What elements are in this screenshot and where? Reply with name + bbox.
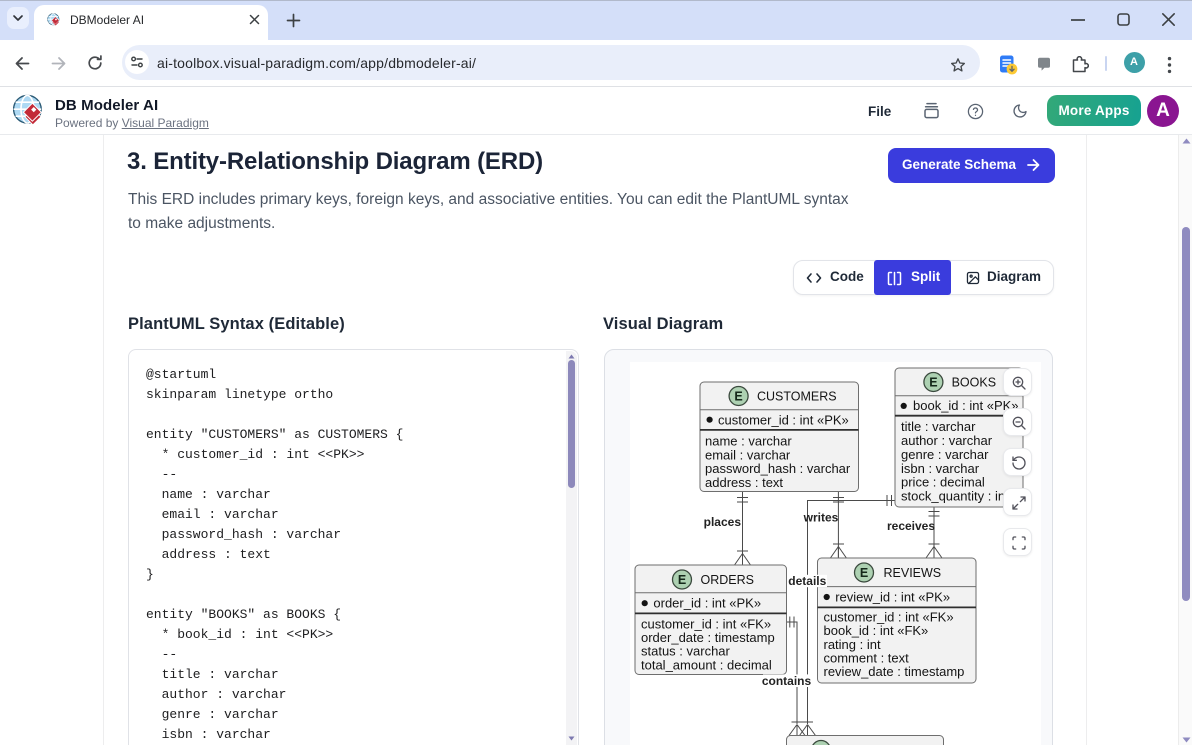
- svg-text:price : decimal: price : decimal: [901, 475, 985, 490]
- svg-text:receives: receives: [887, 519, 935, 533]
- svg-text:review_id : int «PK»: review_id : int «PK»: [835, 590, 950, 605]
- svg-text:places: places: [704, 515, 742, 529]
- svg-text:REVIEWS: REVIEWS: [884, 566, 942, 580]
- svg-text:password_hash : varchar: password_hash : varchar: [705, 461, 851, 476]
- svg-text:address : text: address : text: [705, 475, 783, 490]
- svg-text:E: E: [734, 389, 742, 403]
- svg-text:contains: contains: [762, 674, 812, 688]
- svg-text:E: E: [678, 573, 686, 587]
- svg-text:book_id : int «PK»: book_id : int «PK»: [913, 398, 1019, 413]
- svg-text:email : varchar: email : varchar: [705, 447, 791, 462]
- svg-text:CUSTOMERS: CUSTOMERS: [757, 389, 837, 403]
- svg-text:author : varchar: author : varchar: [901, 433, 993, 448]
- svg-text:review_date : timestamp: review_date : timestamp: [824, 664, 965, 679]
- svg-text:ORDERS: ORDERS: [701, 573, 754, 587]
- svg-text:order_id : int «PK»: order_id : int «PK»: [653, 596, 761, 611]
- svg-text:E: E: [860, 566, 868, 580]
- svg-text:BOOKS: BOOKS: [952, 375, 996, 389]
- svg-text:details: details: [788, 574, 826, 588]
- svg-text:isbn : varchar: isbn : varchar: [901, 461, 980, 476]
- svg-text:title : varchar: title : varchar: [901, 419, 976, 434]
- svg-text:stock_quantity : int: stock_quantity : int: [901, 489, 1009, 504]
- svg-text:total_amount : decimal: total_amount : decimal: [641, 657, 772, 672]
- svg-text:customer_id : int «PK»: customer_id : int «PK»: [718, 412, 849, 427]
- svg-text:E: E: [929, 375, 937, 389]
- svg-text:writes: writes: [803, 511, 839, 525]
- svg-text:genre : varchar: genre : varchar: [901, 447, 989, 462]
- svg-text:name : varchar: name : varchar: [705, 434, 792, 449]
